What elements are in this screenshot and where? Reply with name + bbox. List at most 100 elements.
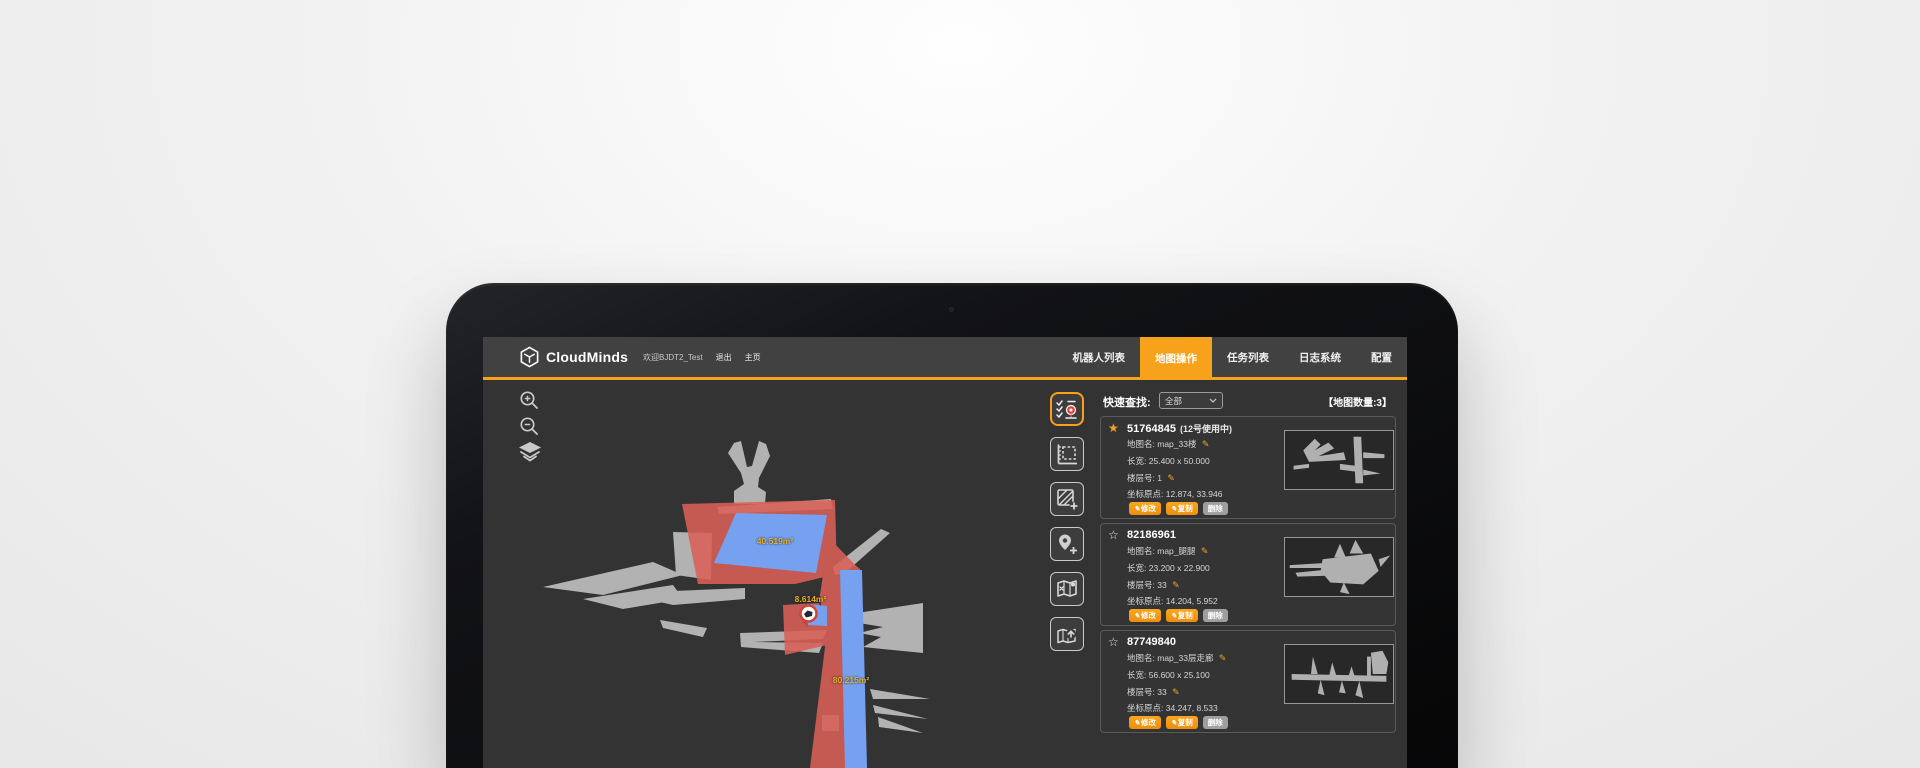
field-value: 1 (1157, 473, 1162, 483)
map-origin-row: 坐标原点: 34.247, 8.533 (1127, 702, 1218, 714)
home-link[interactable]: 主页 (745, 352, 761, 363)
cloudminds-logo-icon (519, 346, 540, 368)
quick-find-label: 快速查找: (1103, 394, 1151, 410)
edit-label: 修改 (1141, 717, 1156, 728)
field-value: map_33楼 (1157, 439, 1196, 449)
map-thumbnail-image (1285, 538, 1393, 596)
map-card[interactable]: ★ 51764845 (12号使用中) 地图名: map_33楼 ✎ 长宽: 25… (1100, 416, 1396, 519)
toolbar-map-edit-button[interactable] (1050, 572, 1084, 606)
field-label: 楼层号: (1127, 473, 1155, 483)
map-size-row: 长宽: 25.400 x 50.000 (1127, 455, 1210, 467)
field-value: 33 (1157, 580, 1166, 590)
edit-map-button[interactable]: ✎修改 (1129, 716, 1161, 729)
map-card-title: 87749840 (1127, 636, 1176, 648)
tab-log-system[interactable]: 日志系统 (1284, 337, 1356, 377)
nav-tabs: 机器人列表 地图操作 任务列表 日志系统 配置 (1058, 337, 1408, 380)
field-label: 坐标原点: (1127, 489, 1163, 499)
map-origin-row: 坐标原点: 12.874, 33.946 (1127, 488, 1222, 500)
edit-floor-icon[interactable]: ✎ (1167, 473, 1175, 483)
edit-label: 修改 (1141, 610, 1156, 621)
area-label-corridor: 80.215m² (823, 675, 879, 685)
copy-map-button[interactable]: ✎复制 (1166, 609, 1198, 622)
map-canvas[interactable] (483, 337, 1095, 768)
map-card-title: 51764845 (12号使用中) (1127, 422, 1232, 435)
area-label-large: 40.519m² (745, 536, 805, 546)
field-label: 长宽: (1127, 456, 1146, 466)
map-layers-button[interactable] (517, 441, 543, 470)
map-card[interactable]: ☆ 87749840 地图名: map_33层走廊 ✎ 长宽: 56.600 x… (1100, 630, 1396, 733)
map-thumbnail-image (1285, 431, 1393, 489)
tab-map-operation[interactable]: 地图操作 (1140, 337, 1212, 380)
star-icon[interactable]: ☆ (1108, 636, 1119, 648)
map-name-row: 地图名: map_33层走廊 ✎ (1127, 652, 1226, 664)
edit-name-icon[interactable]: ✎ (1201, 546, 1209, 556)
delete-map-button[interactable]: 删除 (1203, 609, 1228, 622)
delete-label: 删除 (1208, 503, 1223, 514)
pencil-icon: ✎ (1134, 719, 1140, 727)
toolbar-task-pin-checklist-button[interactable] (1050, 392, 1084, 426)
edit-floor-icon[interactable]: ✎ (1172, 580, 1180, 590)
map-id: 87749840 (1127, 636, 1176, 648)
map-thumbnail-image (1285, 645, 1393, 703)
brand: CloudMinds (519, 337, 628, 377)
map-edit-icon (1055, 577, 1079, 601)
app-screen: 40.519m² 8.614m² 80.215m² CloudMinds 欢迎B… (483, 337, 1407, 768)
tab-config[interactable]: 配置 (1356, 337, 1407, 377)
delete-label: 删除 (1208, 610, 1223, 621)
star-icon[interactable]: ★ (1108, 422, 1119, 434)
measure-frame-icon (1055, 442, 1079, 466)
webcam-dot (949, 307, 954, 312)
add-poi-pin-icon (1055, 532, 1079, 556)
pencil-icon: ✎ (1171, 612, 1177, 620)
copy-label: 复制 (1178, 503, 1193, 514)
edit-floor-icon[interactable]: ✎ (1172, 687, 1180, 697)
chevron-down-icon (1209, 398, 1217, 403)
tab-robot-list[interactable]: 机器人列表 (1058, 337, 1141, 377)
task-pin-checklist-icon (1055, 397, 1079, 421)
filter-select[interactable]: 全部 (1159, 392, 1223, 409)
toolbar-measure-frame-button[interactable] (1050, 437, 1084, 471)
field-value: map_33层走廊 (1157, 653, 1213, 663)
toolbar-add-poi-button[interactable] (1050, 527, 1084, 561)
map-origin-row: 坐标原点: 14.204, 5.952 (1127, 595, 1218, 607)
map-card[interactable]: ☆ 82186961 地图名: map_腿腿 ✎ 长宽: 23.200 x 22… (1100, 523, 1396, 626)
copy-label: 复制 (1178, 610, 1193, 621)
copy-map-button[interactable]: ✎复制 (1166, 716, 1198, 729)
edit-name-icon[interactable]: ✎ (1219, 653, 1227, 663)
map-upload-icon (1055, 622, 1079, 646)
layers-icon (517, 441, 543, 465)
star-icon[interactable]: ☆ (1108, 529, 1119, 541)
pencil-icon: ✎ (1134, 505, 1140, 513)
field-label: 楼层号: (1127, 580, 1155, 590)
field-label: 长宽: (1127, 670, 1146, 680)
brand-name: CloudMinds (546, 349, 628, 365)
delete-map-button[interactable]: 删除 (1203, 716, 1228, 729)
map-thumbnail (1284, 430, 1394, 490)
delete-map-button[interactable]: 删除 (1203, 502, 1228, 515)
toolbar-map-upload-button[interactable] (1050, 617, 1084, 651)
delete-label: 删除 (1208, 717, 1223, 728)
map-id: 51764845 (1127, 423, 1176, 435)
area-label-small: 8.614m² (783, 594, 838, 604)
map-in-use-badge: (12号使用中) (1180, 424, 1232, 434)
map-name-row: 地图名: map_33楼 ✎ (1127, 438, 1209, 450)
map-card-title: 82186961 (1127, 529, 1176, 541)
edit-name-icon[interactable]: ✎ (1202, 439, 1210, 449)
map-floor-row: 楼层号: 33 ✎ (1127, 686, 1180, 698)
pencil-icon: ✎ (1134, 612, 1140, 620)
copy-map-button[interactable]: ✎复制 (1166, 502, 1198, 515)
logout-link[interactable]: 退出 (716, 352, 732, 363)
field-value: map_腿腿 (1157, 546, 1195, 556)
field-value: 23.200 x 22.900 (1149, 563, 1210, 573)
map-zoom-out-button[interactable] (519, 416, 540, 442)
edit-label: 修改 (1141, 503, 1156, 514)
map-zoom-in-button[interactable] (519, 390, 540, 416)
field-label: 长宽: (1127, 563, 1146, 573)
edit-map-button[interactable]: ✎修改 (1129, 502, 1161, 515)
tab-task-list[interactable]: 任务列表 (1212, 337, 1284, 377)
toolbar-add-zone-button[interactable] (1050, 482, 1084, 516)
map-size-row: 长宽: 56.600 x 25.100 (1127, 669, 1210, 681)
pencil-icon: ✎ (1171, 505, 1177, 513)
edit-map-button[interactable]: ✎修改 (1129, 609, 1161, 622)
field-value: 56.600 x 25.100 (1149, 670, 1210, 680)
